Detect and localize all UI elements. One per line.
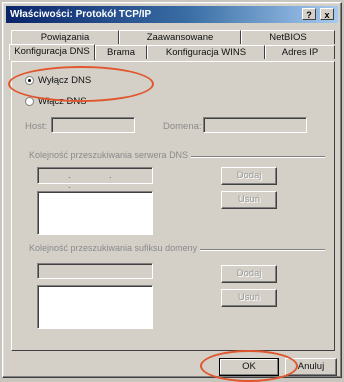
tab-brama[interactable]: Brama — [95, 45, 147, 59]
domain-field[interactable] — [203, 117, 307, 133]
ok-button[interactable]: OK — [219, 358, 279, 376]
suffix-field[interactable] — [37, 263, 153, 279]
add-suffix-button[interactable]: Dodaj — [221, 265, 277, 283]
disable-dns-radio[interactable]: Wyłącz DNS — [25, 75, 91, 86]
enable-dns-radio[interactable]: Włącz DNS — [25, 96, 87, 107]
tab-wins-config[interactable]: Konfiguracja WINS — [147, 45, 265, 59]
cancel-button[interactable]: Anuluj — [285, 358, 337, 376]
dns-server-list[interactable] — [37, 191, 153, 235]
domain-label: Domena: — [163, 121, 202, 132]
tab-powiazania[interactable]: Powiązania — [11, 30, 119, 44]
tab-netbios[interactable]: NetBIOS — [241, 30, 335, 44]
remove-dns-server-button[interactable]: Usuń — [221, 191, 277, 209]
radio-selected-icon — [25, 76, 34, 85]
suffix-list[interactable] — [37, 285, 153, 329]
window-title: Właściwości: Protokół TCP/IP — [10, 9, 152, 20]
title-bar[interactable]: Właściwości: Protokół TCP/IP ? x — [6, 6, 338, 23]
tab-zaawansowane[interactable]: Zaawansowane — [119, 30, 241, 44]
dns-server-group-label: Kolejność przeszukiwania serwera DNS — [29, 150, 192, 160]
tab-dns-config[interactable]: Konfiguracja DNS — [9, 44, 95, 60]
help-icon[interactable]: ? — [302, 8, 316, 20]
ip-dots: . . . — [68, 170, 130, 190]
close-icon[interactable]: x — [320, 8, 334, 20]
host-label: Host: — [25, 121, 48, 132]
add-dns-server-button[interactable]: Dodaj — [221, 167, 277, 185]
remove-suffix-button[interactable]: Usuń — [221, 289, 277, 307]
dns-server-ip-field[interactable]: . . . — [37, 167, 153, 190]
tab-ip-address[interactable]: Adres IP — [265, 45, 335, 59]
radio-unselected-icon — [25, 97, 34, 106]
enable-dns-label: Włącz DNS — [38, 96, 87, 107]
disable-dns-label: Wyłącz DNS — [38, 75, 92, 86]
suffix-group-label: Kolejność przeszukiwania sufiksu domeny — [29, 243, 201, 253]
host-field[interactable] — [51, 117, 135, 133]
tcpip-properties-dialog: Właściwości: Protokół TCP/IP ? x Powiąza… — [2, 2, 342, 382]
